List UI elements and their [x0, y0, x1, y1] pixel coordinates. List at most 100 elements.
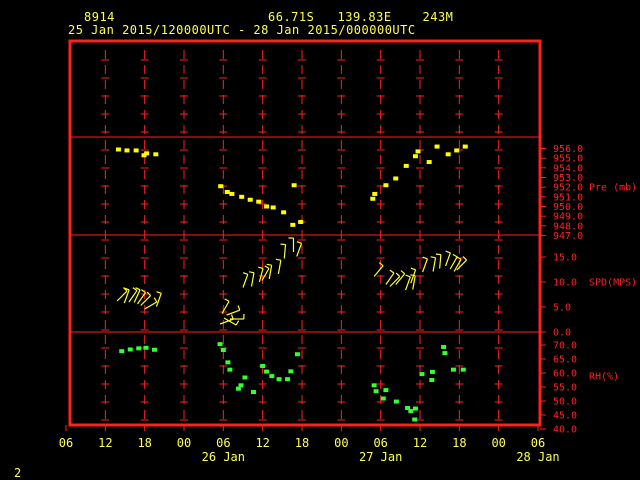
x-tick-label: 00 — [334, 436, 348, 450]
rh-point — [264, 369, 270, 374]
rh-point — [119, 349, 125, 354]
wind-barb-feather — [452, 253, 458, 258]
rh-point — [143, 345, 149, 350]
pressure-point — [445, 152, 451, 157]
wind-barb-feather — [275, 258, 281, 261]
pressure-point — [224, 190, 230, 194]
pressure-point — [124, 148, 130, 153]
pressure-point — [298, 219, 304, 224]
pressure-point — [133, 148, 139, 153]
x-tick-label: 06 — [373, 436, 387, 450]
rh-point — [429, 369, 435, 374]
wind-barb — [395, 270, 406, 285]
rh-point — [408, 409, 414, 414]
x-tick-label: 18 — [137, 436, 151, 450]
x-tick-label: 00 — [491, 436, 505, 450]
pressure-point — [264, 204, 270, 209]
rh-point — [373, 389, 379, 394]
rh-point — [152, 347, 157, 352]
wind-barb — [296, 241, 303, 257]
wind-barb-shaft — [242, 274, 249, 288]
rh-point — [393, 399, 399, 404]
rh-point — [250, 390, 256, 395]
date-label: 27 Jan — [359, 450, 402, 464]
pressure-point — [415, 149, 421, 154]
y-tick-label: 45.0 — [553, 411, 577, 422]
wind-barb — [385, 269, 395, 285]
rh-point — [412, 406, 418, 411]
wind-barb — [275, 258, 282, 275]
wind-barb-feather — [153, 297, 158, 303]
wind-barb-shaft — [283, 244, 287, 259]
x-tick-label: 06 — [216, 436, 230, 450]
wind-barb-feather — [430, 256, 436, 259]
meteogram-chart: 06 12 18 00 06 12 18 00 06 12 18 00 0626 Jan 27 Jan 28… — [59, 39, 637, 464]
pressure-point — [270, 205, 276, 210]
plot-frame — [68, 39, 542, 427]
rh-point — [288, 369, 294, 374]
pressure-point — [291, 183, 297, 188]
wind-barb — [435, 253, 442, 269]
pressure-point — [412, 154, 418, 159]
wind-barb — [248, 271, 255, 287]
pressure-point — [144, 151, 150, 156]
rh-point — [383, 388, 389, 393]
rh-point — [412, 417, 418, 422]
pressure-point — [218, 184, 224, 189]
rh-point — [127, 347, 133, 352]
wind-barb — [155, 291, 162, 307]
rh-point — [276, 377, 282, 382]
wind-barb-shaft — [422, 258, 428, 273]
wind-barb — [288, 237, 295, 252]
y-tick-label: 10.0 — [553, 278, 577, 289]
wind-barb — [449, 253, 458, 270]
rh-point — [419, 372, 425, 377]
wind-barb-feather — [266, 263, 272, 266]
wind-barb-shaft — [296, 243, 303, 257]
pressure-point — [454, 148, 460, 153]
wind-barb — [280, 243, 287, 259]
pressure-point — [403, 163, 409, 168]
pressure-point — [239, 194, 245, 199]
rh-point — [371, 383, 377, 388]
rh-point — [220, 348, 226, 353]
wind-barb — [226, 305, 241, 316]
wind-barb-shaft — [155, 293, 162, 307]
wind-barb-shaft — [277, 260, 282, 275]
wind-barb — [389, 272, 401, 287]
rh-point — [269, 374, 275, 379]
wind-barb-shaft — [250, 272, 255, 287]
wind-barb-shaft — [373, 265, 384, 277]
wind-barb-feather — [296, 241, 302, 244]
x-tick-label: 18 — [452, 436, 466, 450]
rh-point — [238, 383, 244, 388]
rh-point — [460, 367, 466, 372]
wind-barb — [242, 272, 249, 288]
wind-barb-feather — [389, 269, 395, 274]
wind-barb-feather — [242, 272, 248, 275]
date-label: 26 Jan — [202, 450, 245, 464]
rh-point — [380, 396, 386, 401]
wind-barb-shaft — [226, 309, 240, 316]
rh-point — [227, 367, 233, 372]
pressure-point — [281, 210, 287, 215]
panel-label: RH(%) — [589, 371, 619, 382]
x-tick-label: 06 — [59, 436, 73, 450]
pressure-point — [426, 160, 432, 165]
y-tick-label: 15.0 — [553, 253, 577, 264]
rh-point — [450, 367, 456, 372]
x-tick-label: 12 — [98, 436, 112, 450]
wind-barb-feather — [235, 320, 240, 326]
pressure-point — [462, 144, 468, 149]
wind-barb-feather — [248, 271, 255, 274]
rh-point — [225, 360, 231, 365]
wind-barb-shaft — [144, 301, 158, 310]
wind-barb-feather — [224, 298, 230, 302]
wind-barb — [422, 256, 428, 273]
rh-point — [442, 351, 448, 356]
rh-point — [136, 346, 142, 351]
rh-point — [242, 375, 248, 380]
rh-point — [285, 377, 291, 382]
rh-point — [294, 352, 300, 357]
pressure-point — [115, 147, 121, 152]
